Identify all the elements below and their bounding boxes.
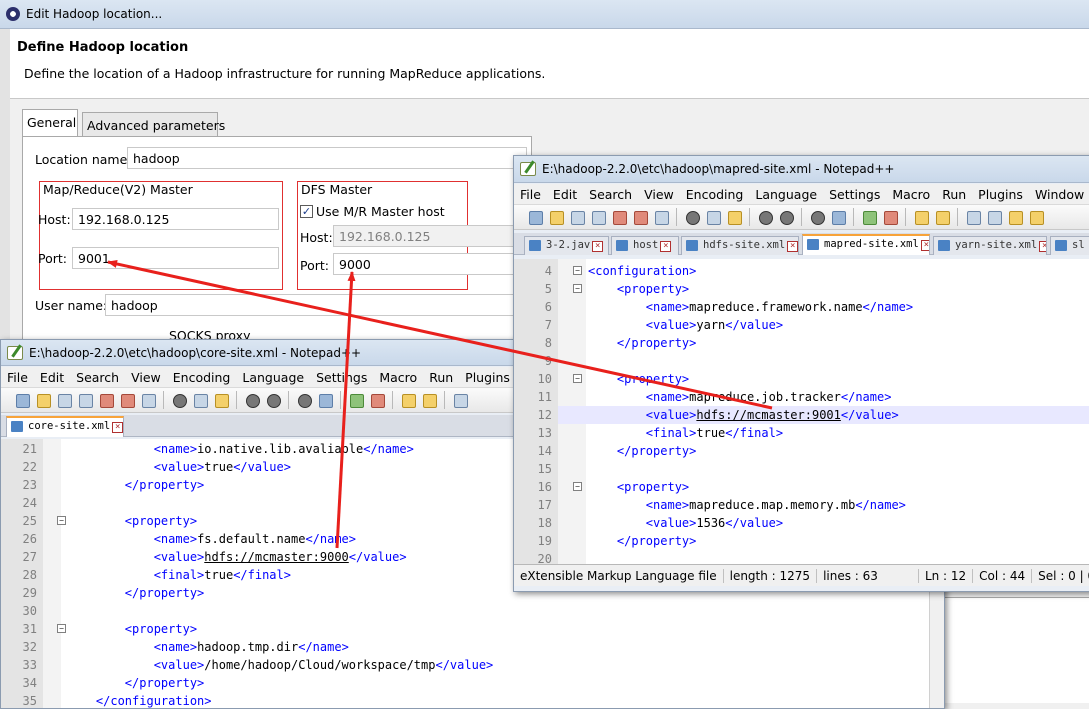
- arrow-9001-to-mr-port: [107, 260, 773, 410]
- annotation-arrows: [107, 260, 773, 549]
